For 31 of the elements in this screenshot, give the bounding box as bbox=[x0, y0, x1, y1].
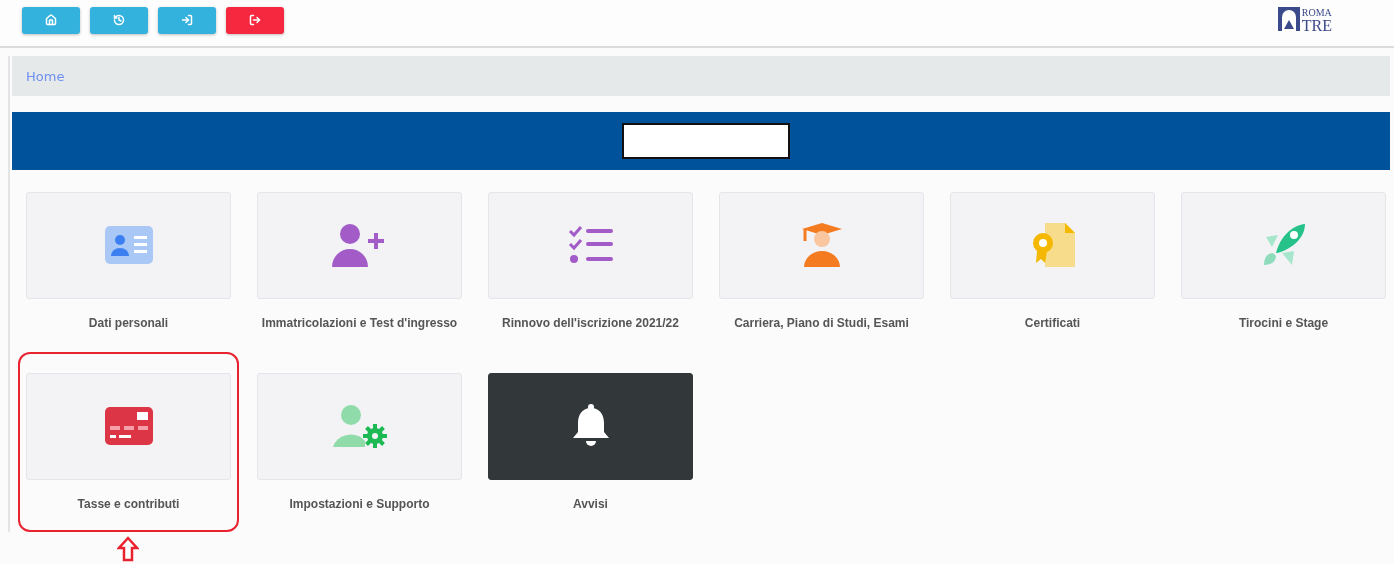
credit-card-icon bbox=[104, 407, 153, 445]
bell-icon bbox=[570, 404, 611, 448]
certificate-icon bbox=[1030, 223, 1075, 267]
up-arrow-icon bbox=[117, 536, 139, 562]
logo-text: TRE bbox=[1301, 19, 1332, 32]
logout-icon bbox=[249, 14, 261, 26]
home-icon bbox=[45, 14, 57, 26]
logo-icon bbox=[1277, 7, 1300, 31]
graduate-icon bbox=[801, 223, 842, 267]
tile-label: Certificati bbox=[1024, 314, 1081, 332]
history-button[interactable] bbox=[90, 6, 148, 34]
user-settings-icon bbox=[332, 404, 387, 448]
tile-label: Avvisi bbox=[573, 495, 608, 513]
checklist-icon bbox=[567, 226, 614, 264]
tile-label: Rinnovo dell'iscrizione 2021/22 bbox=[502, 314, 679, 332]
logo-text: ROMA bbox=[1301, 6, 1332, 19]
home-button[interactable] bbox=[22, 6, 80, 34]
breadcrumb-link[interactable]: Home bbox=[26, 68, 65, 84]
logout-button[interactable] bbox=[226, 6, 284, 34]
menu-tile[interactable] bbox=[488, 372, 693, 480]
tile-label: Tasse e contributi bbox=[77, 495, 180, 513]
tile-label: Impostazioni e Supporto bbox=[289, 495, 430, 513]
login-icon bbox=[181, 14, 193, 26]
tile-label: Tirocini e Stage bbox=[1238, 314, 1329, 332]
id-card-icon bbox=[104, 226, 153, 264]
tile-label: Dati personali bbox=[88, 314, 169, 332]
tile-label: Carriera, Piano di Studi, Esami bbox=[734, 314, 909, 332]
history-icon bbox=[113, 14, 125, 26]
tile-label: Immatricolazioni e Test d'ingresso bbox=[261, 314, 458, 332]
login-button[interactable] bbox=[158, 6, 216, 34]
rocket-icon bbox=[1261, 223, 1306, 267]
